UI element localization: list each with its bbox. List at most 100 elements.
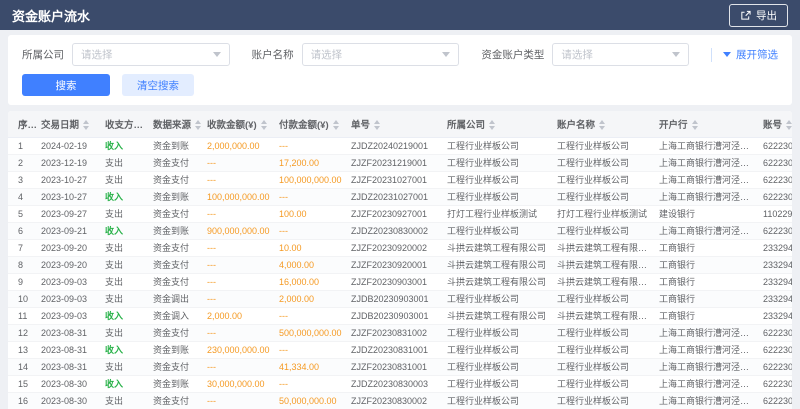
cell-pay-amount: --- xyxy=(276,222,348,239)
cell-company: 工程行业样板公司 xyxy=(444,171,554,188)
company-select[interactable]: 请选择 xyxy=(72,43,230,66)
cell-data-source: 资金到账 xyxy=(150,188,204,205)
expand-filters-label: 展开筛选 xyxy=(736,47,778,62)
column-header-account-no[interactable]: 账号 xyxy=(760,111,792,137)
cell-bank: 上海工商银行漕河泾支行 xyxy=(656,392,760,409)
sort-icon[interactable] xyxy=(489,120,495,130)
account-type-select-placeholder: 请选择 xyxy=(561,47,593,62)
chevron-down-icon xyxy=(442,52,450,57)
cell-receive-amount: --- xyxy=(204,358,276,375)
cell-order-no: ZJDZ20230831001 xyxy=(348,341,444,358)
table-header-row: 序号交易日期收支方向数据来源收款金额(¥)付款金额(¥)单号所属公司账户名称开户… xyxy=(8,111,792,137)
expand-filters-link[interactable]: 展开筛选 xyxy=(711,47,778,62)
cell-receive-amount: --- xyxy=(204,171,276,188)
cell-receive-amount: 2,000,000.00 xyxy=(204,137,276,154)
sort-icon[interactable] xyxy=(83,120,89,130)
cell-direction: 支出 xyxy=(102,205,150,222)
cell-direction: 收入 xyxy=(102,188,150,205)
cell-order-no: ZJZF20230831002 xyxy=(348,324,444,341)
cell-receive-amount: 900,000,000.00 xyxy=(204,222,276,239)
account-type-select[interactable]: 请选择 xyxy=(552,43,689,66)
cell-account-name: 工程行业样板公司 xyxy=(554,358,656,375)
cell-bank: 上海工商银行漕河泾支行 xyxy=(656,324,760,341)
cell-company: 打灯工程行业样板测试 xyxy=(444,205,554,222)
column-header-company[interactable]: 所属公司 xyxy=(444,111,554,137)
cell-data-source: 资金到账 xyxy=(150,375,204,392)
chevron-down-icon xyxy=(213,52,221,57)
cell-pay-amount: --- xyxy=(276,341,348,358)
column-header-bank[interactable]: 开户行 xyxy=(656,111,760,137)
cell-account-name: 工程行业样板公司 xyxy=(554,222,656,239)
table-header: 序号交易日期收支方向数据来源收款金额(¥)付款金额(¥)单号所属公司账户名称开户… xyxy=(8,111,792,137)
cell-account-no: 6222301122334455 xyxy=(760,171,792,188)
table-row: 102023-09-03支出资金调出---2,000.00ZJDB2023090… xyxy=(8,290,792,307)
filter-field-account-name: 账户名称 请选择 xyxy=(252,43,460,66)
topbar: 资金账户流水 导出 xyxy=(0,0,800,30)
column-header-order-no[interactable]: 单号 xyxy=(348,111,444,137)
cell-pay-amount: 4,000.00 xyxy=(276,256,348,273)
table-row: 162023-08-30支出资金支付---50,000,000.00ZJZF20… xyxy=(8,392,792,409)
column-header-data-source[interactable]: 数据来源 xyxy=(150,111,204,137)
cell-account-no: 6222301122334455 xyxy=(760,222,792,239)
sort-icon[interactable] xyxy=(692,120,698,130)
cell-company: 工程行业样板公司 xyxy=(444,137,554,154)
cell-company: 工程行业样板公司 xyxy=(444,375,554,392)
page-title: 资金账户流水 xyxy=(12,6,90,25)
cell-account-name: 斗拱云建筑工程有限公司 xyxy=(554,273,656,290)
cell-trade-date: 2023-10-27 xyxy=(38,188,102,205)
cell-trade-date: 2023-09-21 xyxy=(38,222,102,239)
cell-data-source: 资金支付 xyxy=(150,392,204,409)
column-header-pay-amount[interactable]: 付款金额(¥) xyxy=(276,111,348,137)
column-header-account-name[interactable]: 账户名称 xyxy=(554,111,656,137)
sort-icon[interactable] xyxy=(374,120,380,130)
account-name-select[interactable]: 请选择 xyxy=(302,43,460,66)
cell-data-source: 资金调入 xyxy=(150,307,204,324)
export-icon xyxy=(740,10,751,21)
cell-index: 6 xyxy=(8,222,38,239)
column-header-receive-amount[interactable]: 收款金额(¥) xyxy=(204,111,276,137)
table-row: 32023-10-27支出资金支付---100,000,000.00ZJZF20… xyxy=(8,171,792,188)
cell-pay-amount: 100,000,000.00 xyxy=(276,171,348,188)
transactions-table-card: 序号交易日期收支方向数据来源收款金额(¥)付款金额(¥)单号所属公司账户名称开户… xyxy=(8,111,792,409)
cell-bank: 工商银行 xyxy=(656,273,760,290)
filter-label-account-type: 资金账户类型 xyxy=(481,47,544,62)
sort-icon[interactable] xyxy=(333,120,339,130)
cell-receive-amount: --- xyxy=(204,239,276,256)
search-button[interactable]: 搜索 xyxy=(22,74,110,96)
cell-direction: 支出 xyxy=(102,154,150,171)
cell-company: 斗拱云建筑工程有限公司 xyxy=(444,273,554,290)
cell-account-no: 6222301122334455 xyxy=(760,392,792,409)
cell-account-name: 工程行业样板公司 xyxy=(554,137,656,154)
cell-order-no: ZJDB20230903001 xyxy=(348,290,444,307)
cell-company: 工程行业样板公司 xyxy=(444,154,554,171)
sort-icon[interactable] xyxy=(195,120,201,130)
cell-account-name: 工程行业样板公司 xyxy=(554,375,656,392)
cell-direction: 支出 xyxy=(102,358,150,375)
column-header-trade-date[interactable]: 交易日期 xyxy=(38,111,102,137)
cell-account-no: 6222301122334455 xyxy=(760,358,792,375)
clear-search-button[interactable]: 清空搜索 xyxy=(122,74,194,96)
sort-icon[interactable] xyxy=(261,120,267,130)
sort-icon[interactable] xyxy=(147,120,150,130)
cell-bank: 上海工商银行漕河泾支行 xyxy=(656,341,760,358)
export-button[interactable]: 导出 xyxy=(729,4,788,27)
cell-direction: 支出 xyxy=(102,324,150,341)
sort-icon[interactable] xyxy=(599,120,605,130)
cell-order-no: ZJZF20230920002 xyxy=(348,239,444,256)
cell-receive-amount: --- xyxy=(204,205,276,222)
cell-receive-amount: --- xyxy=(204,256,276,273)
sort-icon[interactable] xyxy=(786,120,792,130)
cell-account-name: 斗拱云建筑工程有限公司 xyxy=(554,239,656,256)
cell-account-no: 6222301122334455 xyxy=(760,341,792,358)
column-header-direction[interactable]: 收支方向 xyxy=(102,111,150,137)
cell-direction: 支出 xyxy=(102,290,150,307)
column-label: 单号 xyxy=(351,120,370,131)
table-row: 52023-09-27支出资金支付---100.00ZJZF2023092700… xyxy=(8,205,792,222)
cell-company: 工程行业样板公司 xyxy=(444,358,554,375)
cell-account-name: 工程行业样板公司 xyxy=(554,188,656,205)
table-row: 72023-09-20支出资金支付---10.00ZJZF20230920002… xyxy=(8,239,792,256)
cell-trade-date: 2023-08-31 xyxy=(38,341,102,358)
cell-trade-date: 2023-08-30 xyxy=(38,375,102,392)
cell-account-name: 工程行业样板公司 xyxy=(554,290,656,307)
cell-order-no: ZJDZ20240219001 xyxy=(348,137,444,154)
